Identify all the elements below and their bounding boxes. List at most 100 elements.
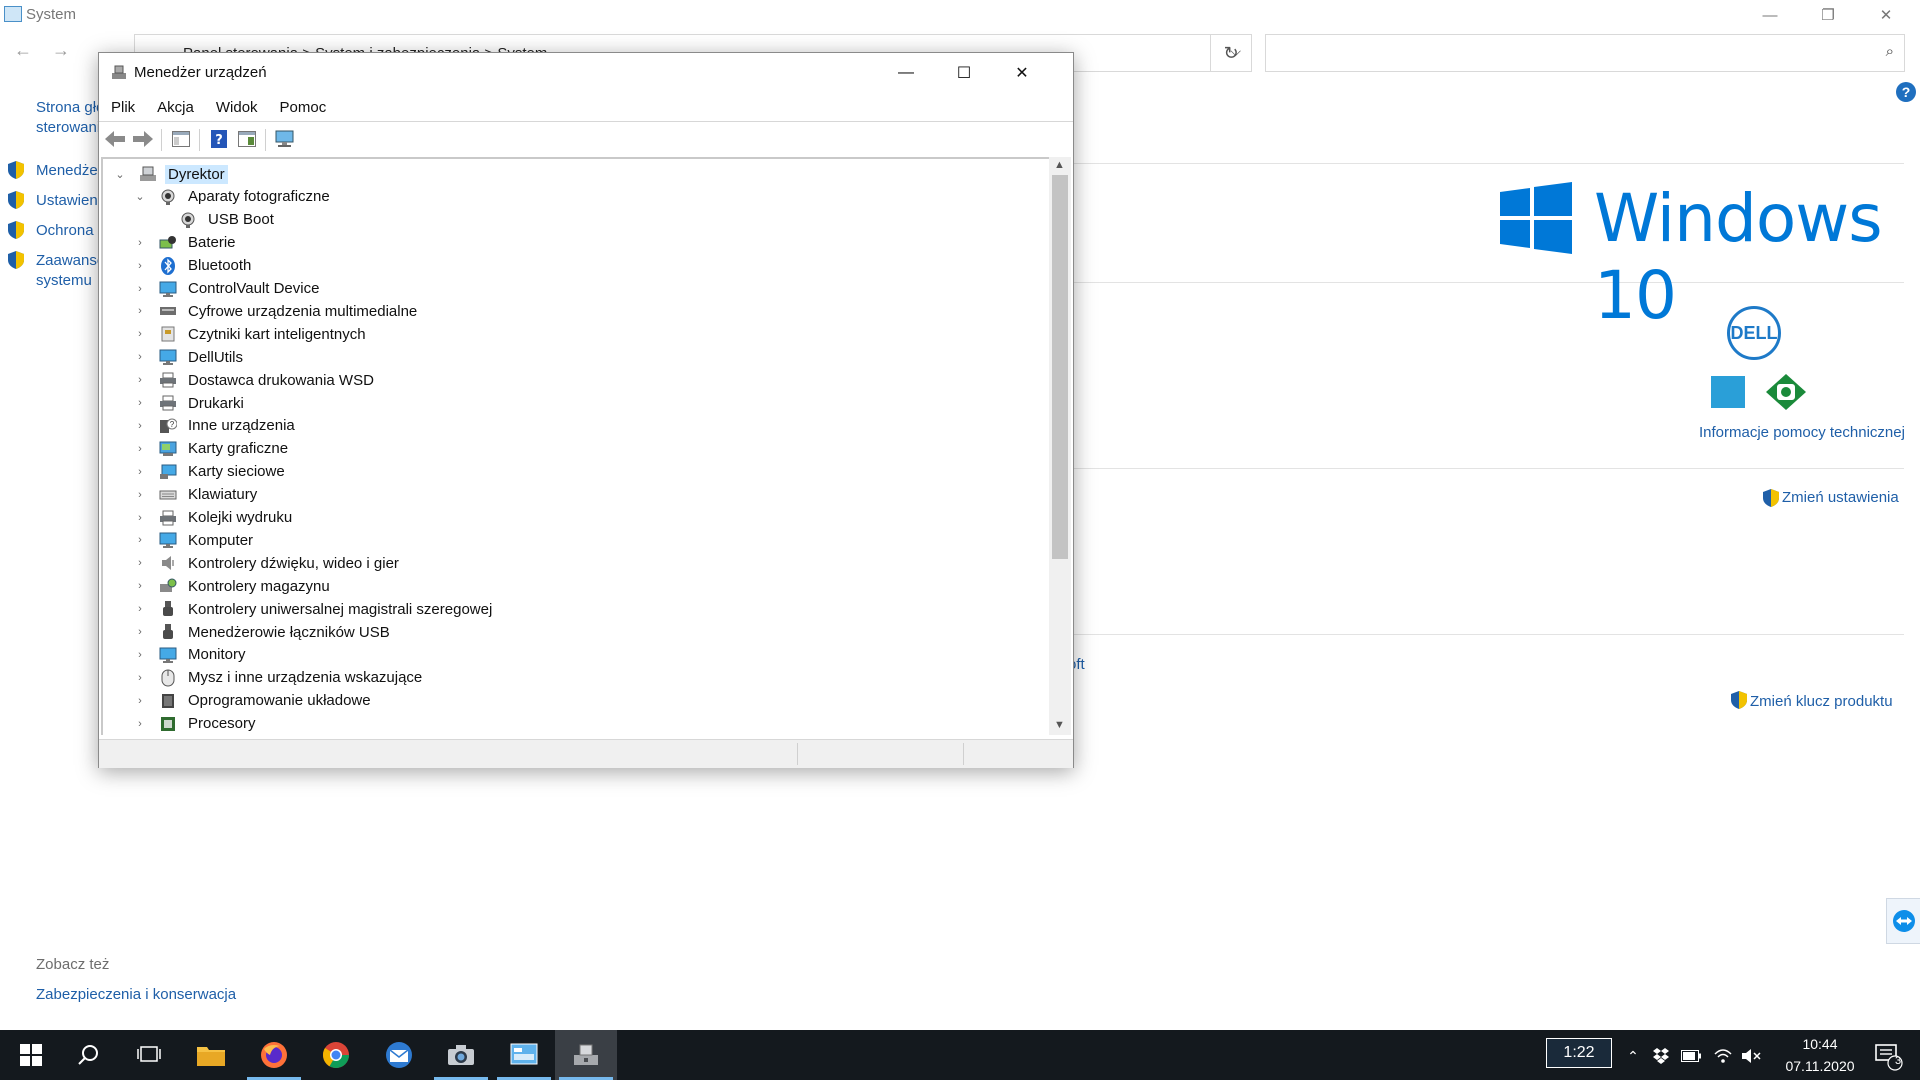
expand-chevron-icon[interactable]: › [133,672,147,684]
expand-chevron-icon[interactable]: › [133,397,147,409]
tree-item[interactable]: › Kontrolery dźwięku, wideo i gier [133,552,402,574]
tree-item[interactable]: › DellUtils [133,346,246,368]
tree-item-label[interactable]: Kolejki wydruku [185,508,295,527]
tree-item-label[interactable]: Procesory [185,714,259,733]
expand-chevron-icon[interactable]: › [133,420,147,432]
menu-pomoc[interactable]: Pomoc [268,95,337,119]
tree-item[interactable]: ⌄ Aparaty fotograficzne [133,186,333,208]
tree-item[interactable]: › Kontrolery magazynu [133,575,333,597]
tree-item[interactable]: › Karty sieciowe [133,461,288,483]
expand-chevron-icon[interactable]: › [133,512,147,524]
tree-item-label[interactable]: Inne urządzenia [185,416,298,435]
show-hide-console-button[interactable] [171,129,191,149]
forward-button[interactable] [133,129,153,149]
battery-icon[interactable] [1680,1045,1702,1067]
expand-chevron-icon[interactable]: › [133,260,147,272]
restore-button[interactable]: ❐ [1800,0,1856,30]
tree-item-label[interactable]: Drukarki [185,394,247,413]
thunderbird-button[interactable] [368,1030,430,1080]
expand-chevron-icon[interactable]: › [133,489,147,501]
start-button[interactable] [0,1030,62,1080]
tree-item-label[interactable]: USB Boot [205,210,277,229]
tree-item-label[interactable]: Monitory [185,645,249,664]
device-tree[interactable]: ⌄ Dyrektor ⌄ Aparaty fotograficzne USB Boot ›… [101,157,1049,735]
device-manager-titlebar[interactable]: Menedżer urządzeń — ☐ ✕ [99,53,1073,93]
tray-overlay-indicator[interactable]: 1:22 [1546,1038,1612,1068]
scroll-up-icon[interactable]: ▲ [1054,159,1065,171]
dm-maximize-button[interactable]: ☐ [935,53,993,93]
tree-item-label[interactable]: Mysz i inne urządzenia wskazujące [185,668,425,687]
forward-arrow-icon[interactable]: → [52,40,70,61]
tree-item-label[interactable]: Baterie [185,233,239,252]
back-arrow-icon[interactable]: ← [14,40,32,61]
tree-item-label[interactable]: Karty sieciowe [185,462,288,481]
teamviewer-tab[interactable] [1886,898,1920,944]
volume-muted-icon[interactable] [1740,1045,1762,1067]
tree-item-label[interactable]: ControlVault Device [185,279,322,298]
minimize-button[interactable]: — [1742,0,1798,30]
tree-item[interactable]: › Dostawca drukowania WSD [133,369,377,391]
collapse-chevron-icon[interactable]: ⌄ [133,190,147,203]
scroll-down-icon[interactable]: ▼ [1054,719,1065,731]
expand-chevron-icon[interactable]: › [133,374,147,386]
tree-item[interactable]: USB Boot [153,209,277,231]
menu-plik[interactable]: Plik [99,95,145,119]
close-button[interactable]: ✕ [1858,0,1914,30]
expand-chevron-icon[interactable]: › [133,649,147,661]
security-maintenance-link[interactable]: Zabezpieczenia i konserwacja [36,985,236,1005]
tree-item[interactable]: › Bluetooth [133,255,254,277]
search-input[interactable]: ⌕ [1265,34,1905,72]
expand-chevron-icon[interactable]: › [133,305,147,317]
wifi-icon[interactable] [1712,1045,1734,1067]
tree-item-label[interactable]: Cyfrowe urządzenia multimedialne [185,302,420,321]
tree-item-label[interactable]: DellUtils [185,348,246,367]
expand-chevron-icon[interactable]: › [133,328,147,340]
tree-item-label[interactable]: Czytniki kart inteligentnych [185,325,369,344]
tree-item[interactable]: › ControlVault Device [133,278,322,300]
properties-button[interactable] [237,129,257,149]
scan-hardware-button[interactable] [275,129,295,149]
expand-chevron-icon[interactable]: › [133,351,147,363]
scrollbar-thumb[interactable] [1052,175,1068,559]
clock[interactable]: 10:44 07.11.2020 [1760,1033,1880,1077]
dropbox-icon[interactable] [1650,1045,1672,1067]
tree-item-label[interactable]: Bluetooth [185,256,254,275]
refresh-button[interactable]: ↻ [1210,34,1252,72]
expand-chevron-icon[interactable]: › [133,580,147,592]
tree-item[interactable]: › Drukarki [133,392,247,414]
expand-chevron-icon[interactable]: › [133,603,147,615]
tree-item[interactable]: › Komputer [133,529,256,551]
tree-item[interactable]: › Cyfrowe urządzenia multimedialne [133,300,420,322]
tree-item[interactable]: › Mysz i inne urządzenia wskazujące [133,667,425,689]
back-button[interactable] [105,129,125,149]
expand-chevron-icon[interactable]: › [133,534,147,546]
expand-chevron-icon[interactable]: › [133,626,147,638]
change-settings-link[interactable]: Zmień ustawienia [1782,489,1899,506]
menu-widok[interactable]: Widok [204,95,268,119]
tree-item[interactable]: › Baterie [133,232,239,254]
expand-chevron-icon[interactable]: › [133,718,147,730]
chevron-up-icon[interactable]: ⌃ [1622,1045,1644,1067]
tree-item[interactable]: › Menedżerowie łączników USB [133,621,393,643]
search-button[interactable] [58,1030,120,1080]
tree-item[interactable]: › Kolejki wydruku [133,507,295,529]
tree-item-label[interactable]: Kontrolery magazynu [185,577,333,596]
file-explorer-button[interactable] [180,1030,242,1080]
tree-item-label[interactable]: Aparaty fotograficzne [185,187,333,206]
tree-item[interactable]: › Kontrolery uniwersalnej magistrali szer… [133,598,495,620]
tree-item-label[interactable]: Dyrektor [165,164,228,184]
task-view-button[interactable] [118,1030,180,1080]
tree-item-label[interactable]: Klawiatury [185,485,260,504]
tree-item-label[interactable]: Kontrolery uniwersalnej magistrali szere… [185,600,495,619]
dm-minimize-button[interactable]: — [877,53,935,93]
tree-item[interactable]: › Oprogramowanie układowe [133,690,374,712]
expand-chevron-icon[interactable]: › [133,237,147,249]
menu-akcja[interactable]: Akcja [145,95,204,119]
help-button[interactable]: ? [209,129,229,149]
help-icon[interactable]: ? [1896,82,1916,102]
tree-item[interactable]: › Monitory [133,644,249,666]
tree-item-label[interactable]: Dostawca drukowania WSD [185,371,377,390]
tree-item[interactable]: ⌄ Dyrektor [113,163,228,185]
support-info-link[interactable]: Informacje pomocy technicznej [1699,424,1905,441]
expand-chevron-icon[interactable]: › [133,557,147,569]
